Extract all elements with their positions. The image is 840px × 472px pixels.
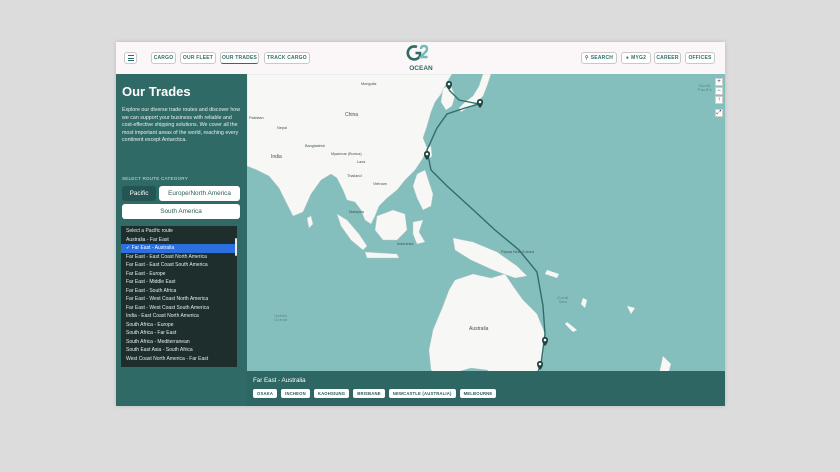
port-chip-osaka[interactable]: OSAKA <box>253 389 278 398</box>
category-pacific-button[interactable]: Pacific <box>122 186 156 201</box>
trade-route-map[interactable]: Mongolia China Pakistan Nepal India Bang… <box>247 74 725 406</box>
myg2-label: MYG2 <box>631 55 647 61</box>
map-label-coral-sea: Coral Sea <box>557 296 569 304</box>
land-fiji <box>627 306 635 314</box>
route-option[interactable]: Select a Pacific route <box>121 227 237 236</box>
port-chip-kaohsiung[interactable]: KAOHSIUNG <box>313 389 350 398</box>
app-window: CARGO OUR FLEET OUR TRADES TRACK CARGO O… <box>116 42 725 406</box>
logo-2-mark <box>418 44 429 59</box>
compass-icon[interactable]: ↑ <box>715 96 723 104</box>
logo-g-mark <box>406 45 422 61</box>
land-solomon <box>545 270 559 278</box>
route-option[interactable]: Far East - East Coast North America <box>121 253 237 262</box>
route-option[interactable]: South Africa - Mediterranean <box>121 338 237 347</box>
map-label-pakistan: Pakistan <box>249 116 264 120</box>
map-label-myanmar: Myanmar (Burma) <box>331 152 362 156</box>
trade-title: Far East - Australia <box>253 377 306 384</box>
search-label: SEARCH <box>590 55 614 61</box>
land-new-guinea <box>452 237 528 279</box>
map-label-nepal: Nepal <box>277 126 287 130</box>
nav-our-fleet[interactable]: OUR FLEET <box>180 52 216 64</box>
land-sulawesi <box>412 219 426 245</box>
map-label-china: China <box>345 112 359 118</box>
zoom-in-button[interactable]: + <box>715 78 723 86</box>
land-sri-lanka <box>306 215 314 229</box>
map-label-indian-ocean: Indian Ocean <box>274 314 288 322</box>
map-label-vietnam: Vietnam <box>373 182 387 186</box>
myg2-button[interactable]: ● MYG2 <box>621 52 651 64</box>
route-option[interactable]: Far East - South Africa <box>121 287 237 296</box>
route-option[interactable]: South Africa - Europe <box>121 321 237 330</box>
category-europe-north-america-button[interactable]: Europe/North America <box>159 186 240 201</box>
port-chip-melbourne[interactable]: MELBOURNE <box>459 389 497 398</box>
hamburger-menu-button[interactable] <box>124 52 137 64</box>
category-south-america-button[interactable]: South America <box>122 204 240 219</box>
nav-cargo[interactable]: CARGO <box>151 52 176 64</box>
land-new-caledonia <box>565 322 577 332</box>
route-option[interactable]: Far East - Middle East <box>121 278 237 287</box>
route-option[interactable]: Far East - East Coast South America <box>121 261 237 270</box>
land-borneo <box>374 209 408 241</box>
map-label-mongolia: Mongolia <box>361 82 377 86</box>
route-category-label: SELECT ROUTE CATEGORY <box>122 176 188 181</box>
map-canvas <box>247 74 672 403</box>
nav-track-cargo[interactable]: TRACK CARGO <box>264 52 310 64</box>
land-japan <box>458 74 492 113</box>
career-button[interactable]: CAREER <box>654 52 681 64</box>
map-label-bangladesh: Bangladesh <box>305 144 326 148</box>
trade-details-panel: Far East - Australia OSAKA INCHEON KAOHS… <box>247 371 725 406</box>
map-label-north-pacific: North Pacific <box>697 84 713 92</box>
zoom-out-button[interactable]: − <box>715 87 723 95</box>
g2-ocean-logo[interactable]: OCEAN <box>405 44 437 73</box>
route-option[interactable]: Far East - West Coast North America <box>121 295 237 304</box>
nav-our-trades[interactable]: OUR TRADES <box>220 52 259 64</box>
route-option[interactable]: Australia - Far East <box>121 236 237 245</box>
menu-line <box>127 59 134 61</box>
route-option[interactable]: West Coast North America - Far East <box>121 355 237 364</box>
route-option[interactable]: Far East - West Coast South America <box>121 304 237 313</box>
port-chip-incheon[interactable]: INCHEON <box>281 389 310 398</box>
land-philippines <box>412 169 434 211</box>
page-title: Our Trades <box>122 84 191 99</box>
dropdown-scrollbar[interactable] <box>235 238 237 256</box>
map-label-india: India <box>271 154 282 160</box>
route-option[interactable]: Far East - Europe <box>121 270 237 279</box>
land-korea <box>440 85 456 111</box>
search-button[interactable]: ⚲ SEARCH <box>581 52 617 64</box>
logo-text: OCEAN <box>409 65 433 72</box>
route-option[interactable]: South Africa - Far East <box>121 329 237 338</box>
map-label-thailand: Thailand <box>347 174 362 178</box>
trades-sidebar: Our Trades Explore our diverse trade rou… <box>116 74 247 406</box>
route-dropdown-list[interactable]: Select a Pacific route Australia - Far E… <box>121 226 237 367</box>
land-vanuatu <box>581 298 587 308</box>
map-label-png: Papua New Guinea <box>501 250 534 254</box>
menu-line <box>127 55 134 57</box>
route-option-selected[interactable]: ✓ Far East - Australia <box>121 244 237 253</box>
map-label-malaysia: Malaysia <box>349 210 364 214</box>
map-label-indonesia: Indonesia <box>397 242 414 246</box>
route-option[interactable]: South East Asia - South Africa <box>121 346 237 355</box>
port-marker-osaka[interactable] <box>477 99 483 108</box>
offices-button[interactable]: OFFICES <box>685 52 715 64</box>
map-label-laos: Laos <box>357 160 366 164</box>
page-description: Explore our diverse trade routes and dis… <box>122 107 241 144</box>
port-chip-newcastle[interactable]: NEWCASTLE (AUSTRALIA) <box>388 389 456 398</box>
fullscreen-icon[interactable]: ⤢ <box>715 109 723 117</box>
user-icon: ● <box>625 55 630 61</box>
land-java <box>364 251 400 259</box>
map-label-australia: Australia <box>469 326 489 332</box>
port-list: OSAKA INCHEON KAOHSIUNG BRISBANE NEWCAST… <box>253 389 497 398</box>
top-header: CARGO OUR FLEET OUR TRADES TRACK CARGO O… <box>116 42 725 74</box>
port-chip-brisbane[interactable]: BRISBANE <box>353 389 385 398</box>
search-icon: ⚲ <box>584 55 589 61</box>
land-sumatra <box>336 213 368 251</box>
menu-line <box>127 57 134 59</box>
route-option[interactable]: India - East Coast North America <box>121 312 237 321</box>
